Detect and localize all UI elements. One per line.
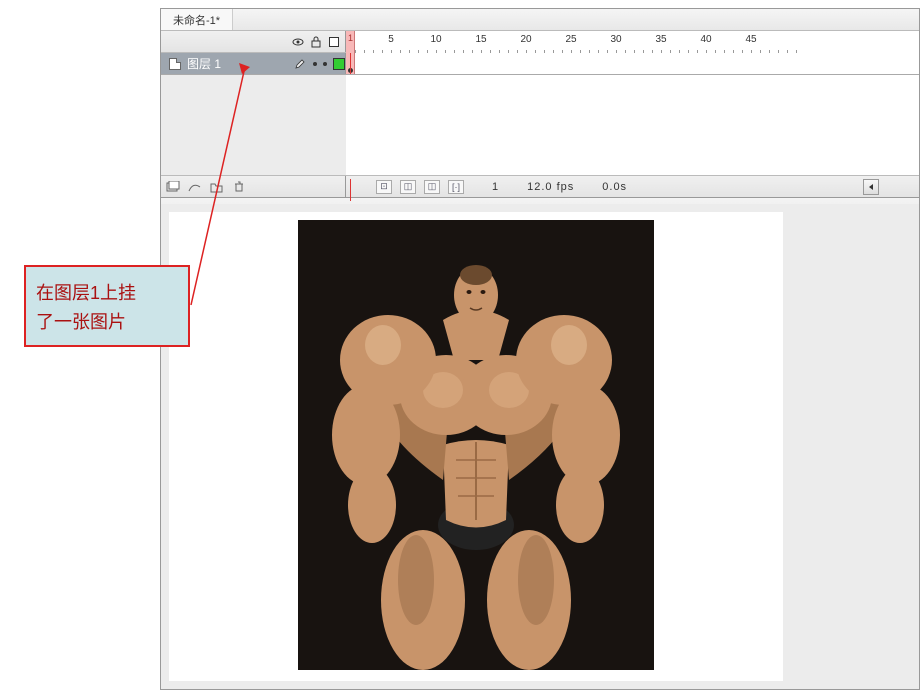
callout-text-line2: 了一张图片 (36, 308, 178, 337)
ruler-tick: 20 (520, 34, 531, 45)
lock-icon[interactable] (309, 35, 323, 49)
flash-app-window: 未命名-1* 1 5 10 15 20 25 30 35 40 45 (160, 8, 920, 690)
timeline-empty-area (161, 75, 919, 175)
new-motion-guide-icon[interactable] (187, 180, 203, 194)
playhead-marker[interactable]: 1 (346, 31, 355, 53)
fps-display: 12.0 fps (527, 181, 574, 193)
timeline-ruler[interactable]: 1 5 10 15 20 25 30 35 40 45 (346, 31, 919, 53)
center-frame-icon[interactable]: ⊡ (376, 180, 392, 194)
delete-layer-trash-icon[interactable] (231, 180, 247, 194)
layer-name-label[interactable]: 图层 1 (187, 55, 287, 72)
ruler-tick: 25 (565, 34, 576, 45)
pencil-icon (293, 57, 307, 71)
ruler-tick: 15 (475, 34, 486, 45)
layer-info: 图层 1 (161, 53, 346, 74)
elapsed-time-display: 0.0s (602, 181, 627, 193)
layer-control-buttons (161, 176, 346, 197)
stage-viewport[interactable] (161, 204, 919, 689)
callout-text-line1: 在图层1上挂 (36, 279, 178, 308)
ruler-tick: 40 (700, 34, 711, 45)
layer-type-icon (169, 58, 181, 70)
ruler-tick: 35 (655, 34, 666, 45)
stage-canvas[interactable] (169, 212, 783, 681)
ruler-tick: 10 (430, 34, 441, 45)
current-frame-number: 1 (348, 33, 353, 43)
current-frame-display: 1 (492, 181, 499, 193)
document-tab[interactable]: 未命名-1* (161, 9, 233, 30)
new-folder-icon[interactable] (209, 180, 225, 194)
onion-skin-outline-icon[interactable]: ◫ (424, 180, 440, 194)
placed-image[interactable] (298, 220, 654, 670)
timeline-panel: 1 5 10 15 20 25 30 35 40 45 图层 1 (161, 31, 919, 198)
scroll-left-arrow-icon[interactable] (863, 179, 879, 195)
timeline-status: ⊡ ◫ ◫ [·] 1 12.0 fps 0.0s (346, 179, 919, 195)
ruler-tick: 30 (610, 34, 621, 45)
ruler-tick: 5 (388, 34, 394, 45)
layer-header-controls (161, 31, 346, 52)
layer-row[interactable]: 图层 1 (161, 53, 919, 75)
layer-visible-dot[interactable] (313, 62, 317, 66)
frames-track[interactable] (346, 53, 919, 74)
bodybuilder-figure (298, 220, 654, 670)
new-layer-icon[interactable] (165, 180, 181, 194)
layer-lock-dot[interactable] (323, 62, 327, 66)
timeline-footer: ⊡ ◫ ◫ [·] 1 12.0 fps 0.0s (161, 175, 919, 197)
timeline-header: 1 5 10 15 20 25 30 35 40 45 (161, 31, 919, 53)
playhead-line (350, 53, 351, 74)
ruler-tick: 45 (745, 34, 756, 45)
layer-color-swatch[interactable] (333, 58, 345, 70)
outline-square-icon[interactable] (327, 35, 341, 49)
onion-skin-icon[interactable]: ◫ (400, 180, 416, 194)
document-tab-bar: 未命名-1* (161, 9, 919, 31)
footer-playhead-line (350, 179, 351, 201)
edit-multiple-frames-icon[interactable]: [·] (448, 180, 464, 194)
visibility-eye-icon[interactable] (291, 35, 305, 49)
annotation-callout: 在图层1上挂 了一张图片 (24, 265, 190, 347)
